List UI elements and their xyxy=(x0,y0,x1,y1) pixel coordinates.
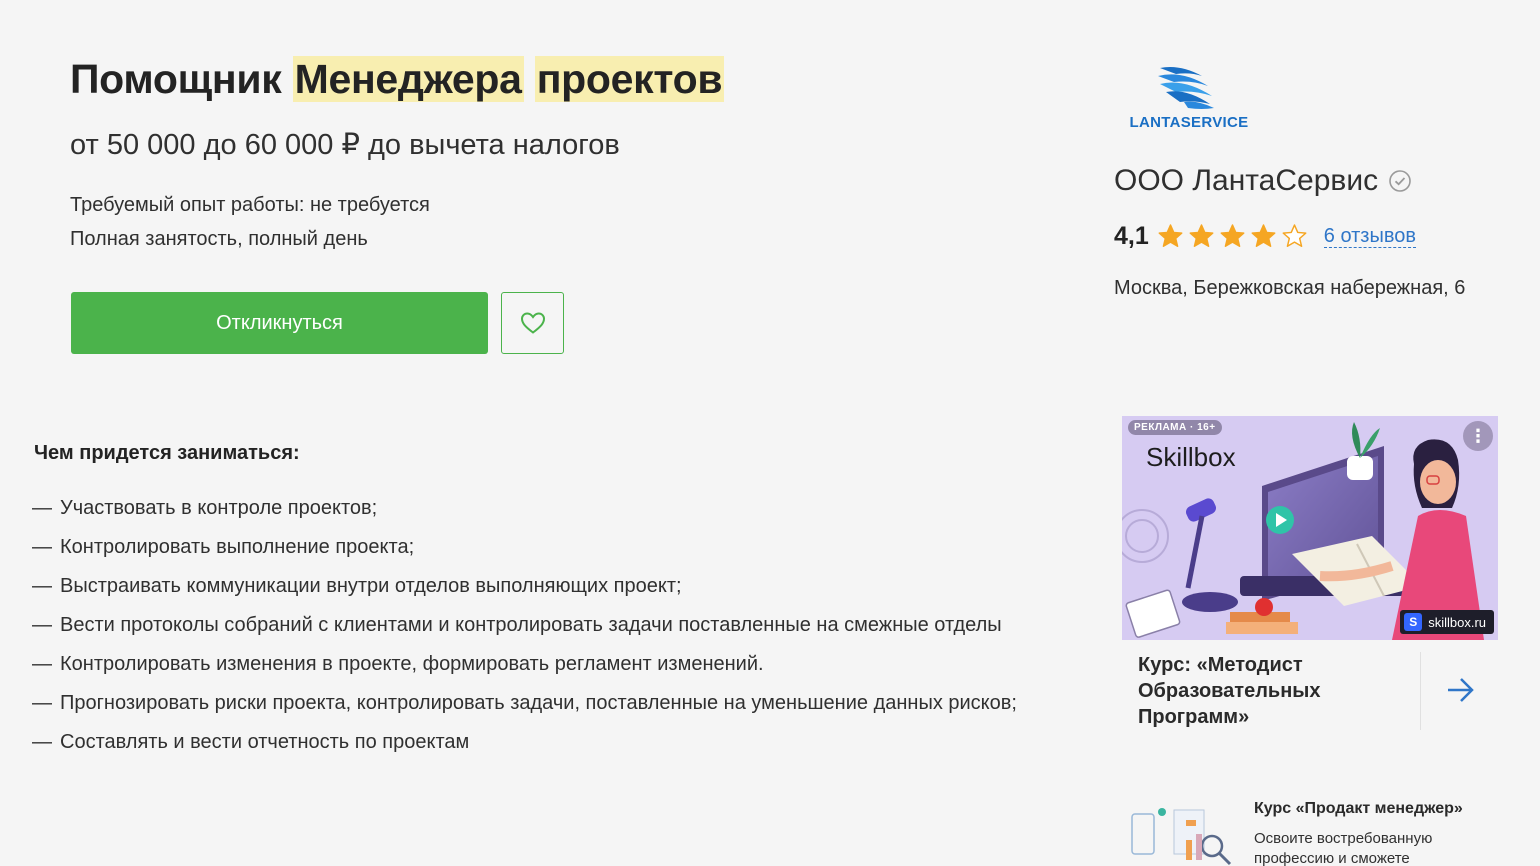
responsibilities-list: Участвовать в контроле проектов; Контрол… xyxy=(32,492,1022,765)
company-logo[interactable]: LANTASERVICE xyxy=(1124,62,1254,134)
ad-banner[interactable]: РЕКЛАМА · 16+ Skillbox ⋮ S skillbox.ru xyxy=(1122,416,1498,640)
ad-divider xyxy=(1420,652,1421,730)
reviews-link[interactable]: 6 отзывов xyxy=(1323,225,1416,248)
star-icon xyxy=(1282,224,1307,248)
employment-type: Полная занятость, полный день xyxy=(70,228,368,250)
more-dots-icon[interactable]: ⋮ xyxy=(1463,421,1493,451)
company-name-text: ООО ЛантаСервис xyxy=(1114,164,1379,197)
star-icon xyxy=(1251,224,1276,248)
list-item: Контролировать выполнение проекта; xyxy=(32,531,1022,564)
apply-button[interactable]: Откликнуться xyxy=(71,292,488,354)
company-address: Москва, Бережковская набережная, 6 xyxy=(1114,277,1466,299)
list-item: Прогнозировать риски проекта, контролиро… xyxy=(32,687,1022,720)
ad2-illustration xyxy=(1126,800,1242,866)
rating-value: 4,1 xyxy=(1114,222,1149,250)
heart-icon xyxy=(520,312,545,334)
responsibilities-title: Чем придется заниматься: xyxy=(34,442,300,464)
title-highlight-1: Менеджера xyxy=(292,56,524,102)
company-name[interactable]: ООО ЛантаСервис xyxy=(1114,164,1412,198)
list-item: Вести протоколы собраний с клиентами и к… xyxy=(32,609,1022,642)
ad-caption[interactable]: Курс: «Методист Образовательных Программ… xyxy=(1138,652,1408,730)
company-rating: 4,1 6 отзывов xyxy=(1114,222,1416,251)
skillbox-mark-icon: S xyxy=(1404,613,1423,631)
ad-badge: РЕКЛАМА · 16+ xyxy=(1128,420,1222,435)
ad-site-label: S skillbox.ru xyxy=(1400,610,1494,634)
ad-site-text: skillbox.ru xyxy=(1428,614,1486,630)
arrow-right-icon[interactable] xyxy=(1444,676,1476,704)
ad2-text: Освоите востребованную профессию и сможе… xyxy=(1254,830,1433,866)
star-icon xyxy=(1189,224,1214,248)
list-item: Контролировать изменения в проекте, форм… xyxy=(32,648,1022,681)
rating-stars xyxy=(1157,223,1312,250)
ad-brand: Skillbox xyxy=(1146,442,1236,472)
list-item: Составлять и вести отчетность по проекта… xyxy=(32,726,1022,759)
logo-text: LANTASERVICE xyxy=(1129,114,1249,131)
ad2-title[interactable]: Курс «Продакт менеджер» xyxy=(1254,800,1463,818)
star-icon xyxy=(1158,224,1183,248)
list-item: Выстраивать коммуникации внутри отделов … xyxy=(32,570,1022,603)
star-icon xyxy=(1220,224,1245,248)
ad2-thumbnail[interactable] xyxy=(1126,800,1242,866)
title-highlight-2: проектов xyxy=(534,56,725,102)
experience-requirement: Требуемый опыт работы: не требуется xyxy=(70,194,430,216)
lantaservice-logo-icon xyxy=(1158,67,1214,109)
list-item: Участвовать в контроле проектов; xyxy=(32,492,1022,525)
salary: от 50 000 до 60 000 ₽ до вычета налогов xyxy=(70,129,620,161)
favorite-button[interactable] xyxy=(501,292,564,354)
check-circle-icon xyxy=(1389,170,1411,192)
title-part-1: Помощник xyxy=(70,56,293,102)
vacancy-title: Помощник Менеджера проектов xyxy=(70,56,725,103)
